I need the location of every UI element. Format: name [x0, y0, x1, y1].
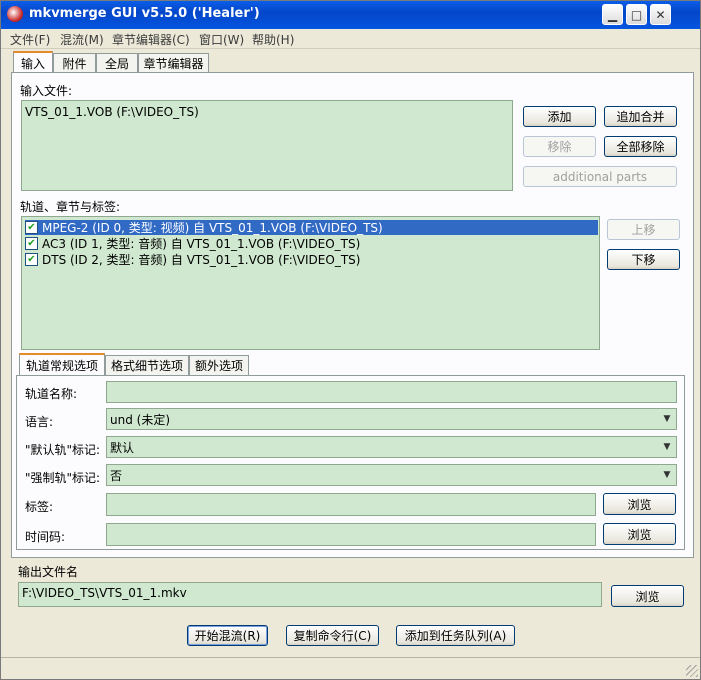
tags-browse-button[interactable]: 浏览	[603, 493, 676, 515]
output-file-field[interactable]: F:\VIDEO_TS\VTS_01_1.mkv	[18, 582, 602, 607]
checkbox-icon[interactable]: ✔	[25, 221, 38, 234]
copy-command-button[interactable]: 复制命令行(C)	[286, 625, 379, 646]
tab-input[interactable]: 输入	[13, 51, 53, 73]
window-title: mkvmerge GUI v5.5.0 ('Healer')	[29, 6, 260, 21]
tracks-label: 轨道、章节与标签:	[20, 200, 121, 214]
menu-chapter-editor[interactable]: 章节编辑器(C)	[112, 31, 190, 48]
minimize-button[interactable]: ▁	[602, 4, 623, 25]
tab-attachments[interactable]: 附件	[53, 53, 96, 73]
track-row[interactable]: ✔ AC3 (ID 1, 类型: 音频) 自 VTS_01_1.VOB (F:\…	[25, 236, 360, 251]
input-files-list[interactable]: VTS_01_1.VOB (F:\VIDEO_TS)	[21, 100, 513, 191]
remove-all-button[interactable]: 全部移除	[604, 136, 677, 157]
timecodes-browse-button[interactable]: 浏览	[603, 523, 676, 545]
menu-help[interactable]: 帮助(H)	[252, 31, 294, 48]
tab-extra-options[interactable]: 额外选项	[189, 355, 249, 375]
default-flag-value: 默认	[110, 441, 135, 455]
chevron-down-icon[interactable]: ▼	[659, 466, 675, 484]
status-bar	[1, 657, 700, 679]
add-to-queue-button[interactable]: 添加到任务队列(A)	[396, 625, 515, 646]
input-files-label: 输入文件:	[20, 84, 73, 98]
language-value: und (未定)	[110, 413, 171, 427]
tab-chapter-editor[interactable]: 章节编辑器	[138, 53, 209, 73]
checkbox-icon[interactable]: ✔	[25, 253, 38, 266]
language-select[interactable]: und (未定) ▼	[106, 408, 677, 430]
output-browse-button[interactable]: 浏览	[611, 585, 684, 607]
default-flag-label: "默认轨"标记:	[25, 443, 101, 457]
menu-bar: 文件(F) 混流(M) 章节编辑器(C) 窗口(W) 帮助(H)	[1, 29, 700, 49]
checkbox-icon[interactable]: ✔	[25, 237, 38, 250]
chevron-down-icon[interactable]: ▼	[659, 438, 675, 456]
tracks-list[interactable]: ✔ MPEG-2 (ID 0, 类型: 视频) 自 VTS_01_1.VOB (…	[21, 216, 600, 350]
additional-parts-button[interactable]: additional parts	[523, 166, 677, 187]
move-down-button[interactable]: 下移	[607, 249, 680, 270]
track-label: DTS (ID 2, 类型: 音频) 自 VTS_01_1.VOB (F:\VI…	[42, 253, 361, 267]
app-icon	[7, 6, 23, 22]
tags-field[interactable]	[106, 493, 596, 516]
track-label: AC3 (ID 1, 类型: 音频) 自 VTS_01_1.VOB (F:\VI…	[42, 237, 361, 251]
append-button[interactable]: 追加合并	[604, 106, 677, 127]
tab-track-general[interactable]: 轨道常规选项	[19, 353, 105, 375]
close-button[interactable]: ✕	[650, 4, 671, 25]
app-window: mkvmerge GUI v5.5.0 ('Healer') ▁ □ ✕ 文件(…	[0, 0, 701, 680]
output-label: 输出文件名	[18, 565, 79, 579]
move-up-button[interactable]: 上移	[607, 219, 680, 240]
track-row[interactable]: ✔ DTS (ID 2, 类型: 音频) 自 VTS_01_1.VOB (F:\…	[25, 252, 360, 267]
track-label: MPEG-2 (ID 0, 类型: 视频) 自 VTS_01_1.VOB (F:…	[42, 221, 383, 235]
tab-format-specific[interactable]: 格式细节选项	[105, 355, 189, 375]
track-name-field[interactable]	[106, 381, 677, 403]
forced-flag-select[interactable]: 否 ▼	[106, 464, 677, 486]
title-bar[interactable]: mkvmerge GUI v5.5.0 ('Healer') ▁ □ ✕	[1, 1, 700, 29]
remove-button[interactable]: 移除	[523, 136, 596, 157]
maximize-button[interactable]: □	[626, 4, 647, 25]
start-muxing-button[interactable]: 开始混流(R)	[187, 625, 268, 646]
default-flag-select[interactable]: 默认 ▼	[106, 436, 677, 458]
menu-window[interactable]: 窗口(W)	[199, 31, 244, 48]
tab-global[interactable]: 全局	[96, 53, 138, 73]
add-button[interactable]: 添加	[523, 106, 596, 127]
track-name-label: 轨道名称:	[25, 387, 78, 401]
menu-mux[interactable]: 混流(M)	[60, 31, 104, 48]
menu-file[interactable]: 文件(F)	[10, 31, 50, 48]
list-item[interactable]: VTS_01_1.VOB (F:\VIDEO_TS)	[25, 104, 199, 119]
tags-label: 标签:	[25, 500, 54, 514]
forced-flag-label: "强制轨"标记:	[25, 471, 101, 485]
timecodes-field[interactable]	[106, 523, 596, 546]
language-label: 语言:	[25, 415, 54, 429]
chevron-down-icon[interactable]: ▼	[659, 410, 675, 428]
resize-grip-icon[interactable]	[686, 665, 698, 677]
track-row[interactable]: ✔ MPEG-2 (ID 0, 类型: 视频) 自 VTS_01_1.VOB (…	[25, 220, 598, 235]
timecodes-label: 时间码:	[25, 530, 66, 544]
forced-flag-value: 否	[110, 469, 123, 483]
